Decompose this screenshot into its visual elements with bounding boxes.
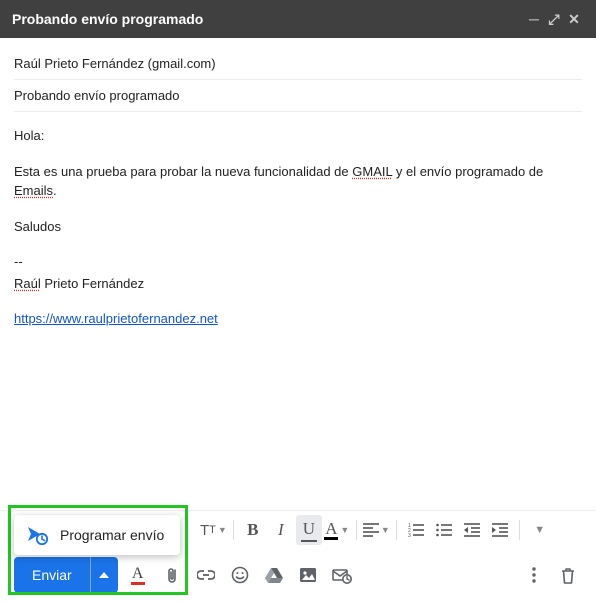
svg-text:3: 3 — [408, 533, 411, 537]
indent-less-button[interactable] — [459, 515, 485, 545]
more-options-icon[interactable] — [520, 561, 548, 589]
bold-button[interactable]: B — [240, 515, 266, 545]
spell-word: Emails — [14, 183, 53, 198]
subject-field[interactable]: Probando envío programado — [14, 80, 582, 112]
compose-titlebar: Probando envío programado ─ ⤢ ✕ — [0, 0, 596, 38]
toolbar-divider — [233, 520, 234, 540]
schedule-send-menu-item[interactable]: Programar envío — [14, 515, 180, 555]
confidential-mode-icon[interactable] — [328, 561, 356, 589]
insert-emoji-icon[interactable] — [226, 561, 254, 589]
discard-draft-icon[interactable] — [554, 561, 582, 589]
expand-icon[interactable]: ⤢ — [544, 11, 564, 28]
bulleted-list-button[interactable] — [431, 515, 457, 545]
underline-button[interactable]: U — [296, 515, 322, 545]
signature-link[interactable]: https://www.raulprietofernandez.net — [14, 311, 218, 326]
toolbar-divider — [396, 520, 397, 540]
insert-drive-icon[interactable] — [260, 561, 288, 589]
insert-link-icon[interactable] — [192, 561, 220, 589]
text-format-toggle[interactable]: A — [124, 561, 152, 589]
close-icon[interactable]: ✕ — [564, 11, 584, 28]
compose-actions: Programar envío Enviar A — [0, 549, 596, 603]
minimize-icon[interactable]: ─ — [524, 11, 544, 27]
message-body[interactable]: Hola: Esta es una prueba para probar la … — [0, 112, 596, 510]
send-button-group: Enviar — [14, 557, 118, 593]
indent-more-button[interactable] — [487, 515, 513, 545]
font-size-button[interactable]: TT▼ — [200, 515, 227, 545]
align-button[interactable]: ▼ — [363, 515, 390, 545]
window-title: Probando envío programado — [12, 11, 524, 27]
text-color-button[interactable]: A▼ — [324, 515, 350, 545]
signature-name: Raúl Prieto Fernández — [14, 274, 582, 294]
signature-separator: -- — [14, 252, 582, 272]
body-greeting: Hola: — [14, 126, 582, 146]
header-fields: Raúl Prieto Fernández (gmail.com) Proban… — [0, 38, 596, 112]
toolbar-divider — [356, 520, 357, 540]
more-formatting-button[interactable]: ▼ — [526, 515, 552, 545]
italic-button[interactable]: I — [268, 515, 294, 545]
numbered-list-button[interactable]: 123 — [403, 515, 429, 545]
attach-file-icon[interactable] — [158, 561, 186, 589]
toolbar-divider — [519, 520, 520, 540]
spell-word: GMAIL — [352, 164, 392, 179]
send-button[interactable]: Enviar — [14, 557, 90, 593]
schedule-send-icon — [26, 525, 50, 545]
to-field[interactable]: Raúl Prieto Fernández (gmail.com) — [14, 48, 582, 80]
body-closing: Saludos — [14, 217, 582, 237]
body-line1: Esta es una prueba para probar la nueva … — [14, 162, 582, 201]
insert-photo-icon[interactable] — [294, 561, 322, 589]
schedule-send-label: Programar envío — [60, 527, 164, 543]
send-more-button[interactable] — [90, 557, 118, 593]
